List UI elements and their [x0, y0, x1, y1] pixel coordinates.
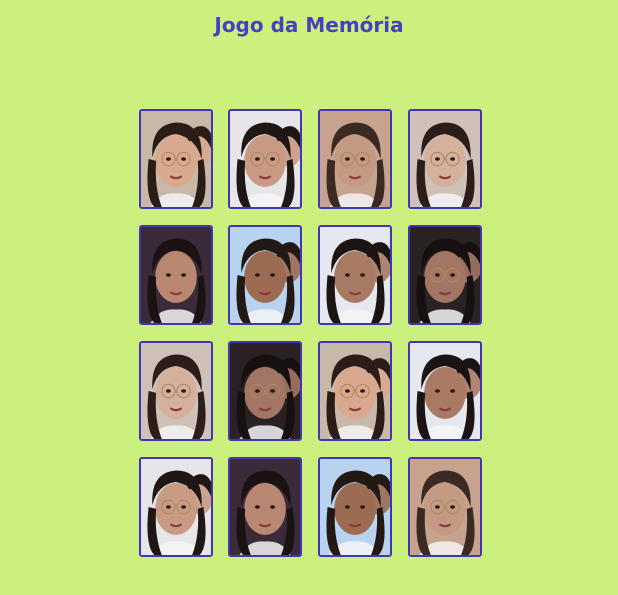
memory-card-closeup-glasses[interactable]: [408, 457, 482, 557]
memory-card-two-friends-pout[interactable]: [228, 109, 302, 209]
memory-card-dark-selfie[interactable]: [228, 341, 302, 441]
memory-card-curly-selfie[interactable]: [228, 457, 302, 557]
memory-card-stadium-selfie[interactable]: [318, 225, 392, 325]
photo-image: [141, 343, 211, 439]
memory-card-stadium-selfie[interactable]: [408, 341, 482, 441]
photo-image: [320, 111, 390, 207]
photo-image: [141, 459, 211, 555]
photo-image: [410, 111, 480, 207]
photo-image: [230, 111, 300, 207]
photo-image: [320, 459, 390, 555]
photo-image: [230, 227, 300, 323]
memory-card-hug-outdoors[interactable]: [318, 457, 392, 557]
photo-image: [410, 343, 480, 439]
memory-card-closeup-glasses[interactable]: [318, 109, 392, 209]
memory-card-two-friends-pout[interactable]: [139, 457, 213, 557]
photo-image: [320, 343, 390, 439]
photo-image: [141, 227, 211, 323]
memory-card-kiss-on-cheek[interactable]: [139, 109, 213, 209]
photo-image: [410, 459, 480, 555]
memory-card-closeup-from-above[interactable]: [408, 109, 482, 209]
photo-image: [230, 459, 300, 555]
memory-card-hug-outdoors[interactable]: [228, 225, 302, 325]
photo-image: [410, 227, 480, 323]
memory-card-kiss-on-cheek[interactable]: [318, 341, 392, 441]
memory-card-dark-selfie[interactable]: [408, 225, 482, 325]
memory-card-curly-selfie[interactable]: [139, 225, 213, 325]
memory-board: [0, 0, 618, 595]
memory-card-closeup-from-above[interactable]: [139, 341, 213, 441]
photo-image: [141, 111, 211, 207]
photo-image: [230, 343, 300, 439]
photo-image: [320, 227, 390, 323]
